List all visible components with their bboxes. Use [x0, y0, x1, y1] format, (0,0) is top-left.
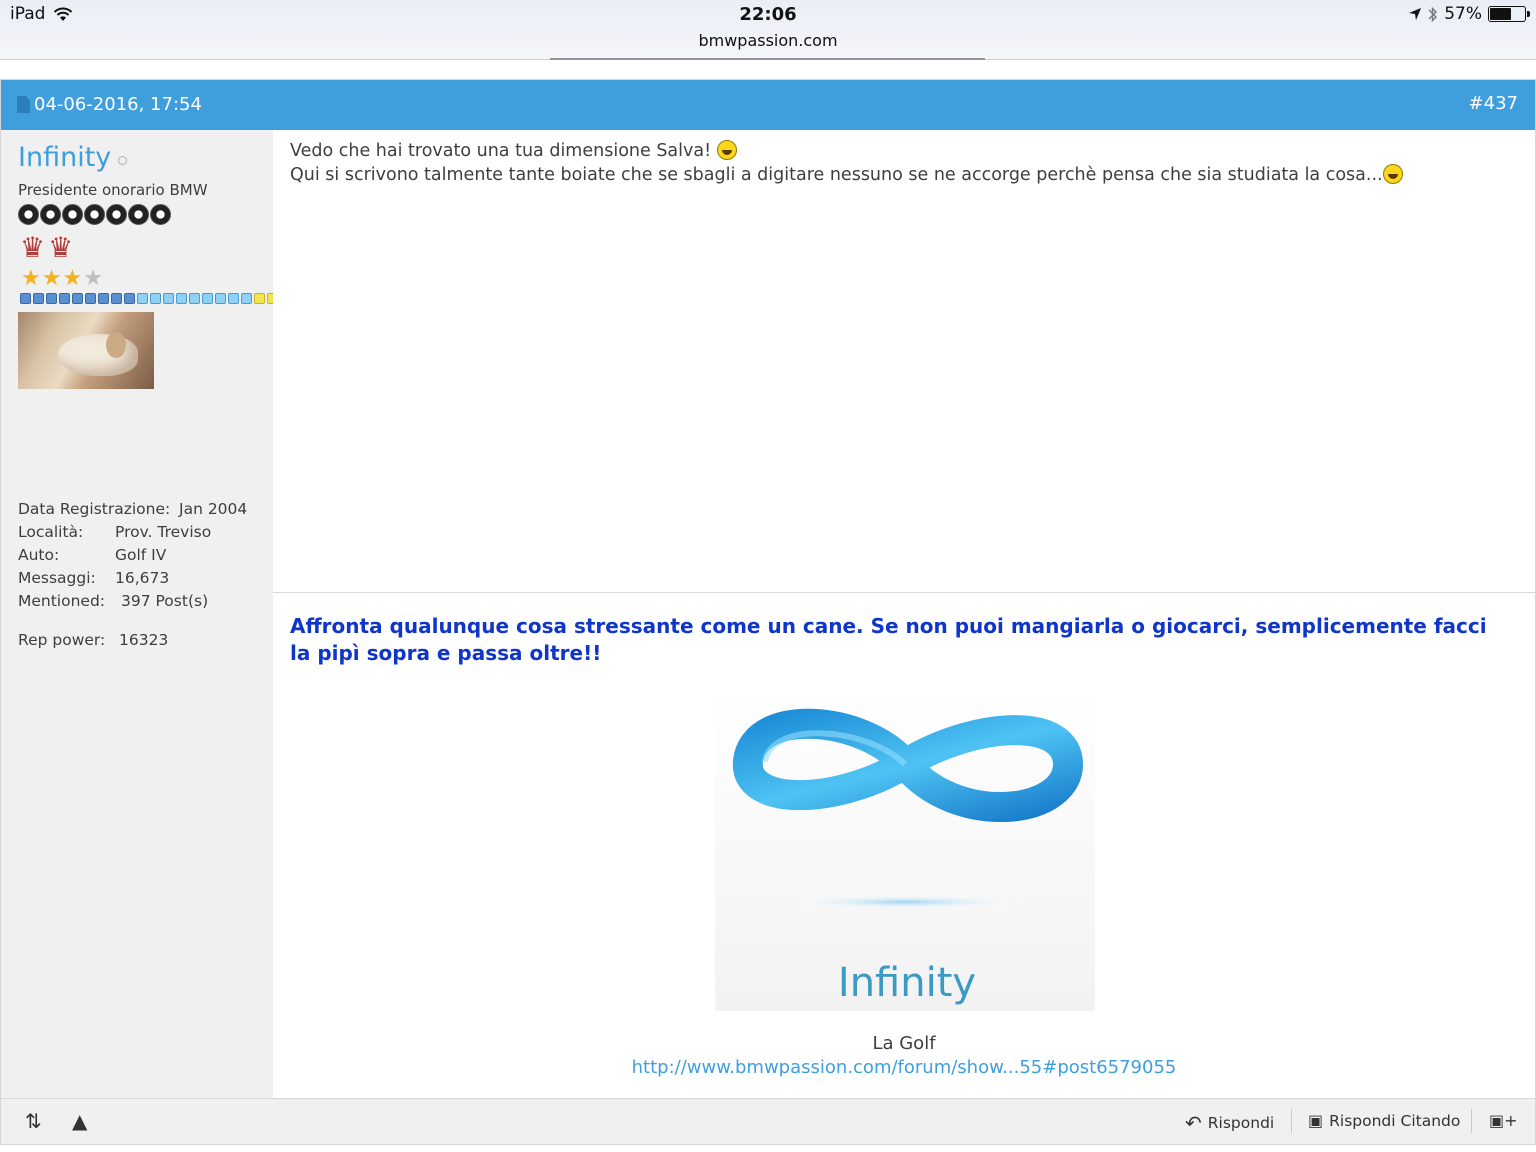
- info-car: Auto: Golf IV: [18, 546, 167, 564]
- reputation-square-icon: [176, 293, 187, 304]
- reply-quote-label: Rispondi Citando: [1329, 1111, 1461, 1130]
- rank-stars: ★ ★ ★ ★: [21, 268, 103, 290]
- message-line-1: Vedo che hai trovato una tua dimensione …: [290, 141, 712, 161]
- info-rep-power: Rep power: 16323: [18, 631, 169, 649]
- offline-status-icon: [118, 155, 128, 165]
- reputation-square-icon: [59, 293, 70, 304]
- multi-quote-plus-icon: ▣+: [1489, 1111, 1518, 1130]
- reputation-square-icon: [241, 293, 252, 304]
- rank-bmw-badges: [18, 204, 171, 225]
- battery-percent: 57%: [1444, 4, 1482, 24]
- loading-bar: [550, 58, 985, 60]
- bmw-logo-icon: [106, 204, 127, 225]
- post-date-text: 04-06-2016, 17:54: [34, 94, 202, 115]
- user-title: Presidente onorario BMW: [18, 181, 208, 199]
- reputation-square-icon: [189, 293, 200, 304]
- reply-arrow-icon: ↶: [1185, 1111, 1202, 1135]
- post-content: Vedo che hai trovato una tua dimensione …: [273, 130, 1535, 1098]
- battery-icon: [1488, 6, 1530, 22]
- post-document-icon: [17, 96, 30, 113]
- grinning-smiley-icon: [1382, 164, 1403, 184]
- signature-caption: La Golf: [872, 1033, 936, 1054]
- reputation-square-icon: [202, 293, 213, 304]
- reply-button[interactable]: ↶ Rispondi: [1185, 1111, 1274, 1135]
- signature-quote: Affronta qualunque cosa stressante come …: [290, 614, 1487, 665]
- svg-text:Infinity: Infinity: [838, 960, 976, 1006]
- post-header: 04-06-2016, 17:54 #437: [1, 80, 1535, 130]
- gold-star-icon: ★: [62, 266, 83, 291]
- footer-divider: [1471, 1109, 1472, 1133]
- gold-star-icon: ★: [21, 266, 41, 291]
- forum-post: 04-06-2016, 17:54 #437 Infinity Presiden…: [0, 79, 1536, 1145]
- status-right: 57%: [1408, 4, 1530, 24]
- bmw-logo-icon: [18, 204, 39, 225]
- info-mentioned: Mentioned: 397 Post(s): [18, 592, 209, 610]
- signature-divider: [273, 592, 1535, 593]
- reputation-square-icon: [72, 293, 83, 304]
- bmw-logo-icon: [84, 204, 105, 225]
- reputation-square-icon: [20, 293, 31, 304]
- bmw-logo-icon: [40, 204, 61, 225]
- info-messages: Messaggi: 16,673: [18, 569, 170, 587]
- sort-arrows-icon[interactable]: ⇅: [25, 1109, 42, 1133]
- rank-crowns: ♛ ♛: [20, 234, 73, 262]
- multi-quote-button[interactable]: ▣+: [1489, 1111, 1518, 1130]
- message-line-2: Qui si scrivono talmente tante boiate ch…: [290, 165, 1383, 185]
- reputation-square-icon: [137, 293, 148, 304]
- user-avatar[interactable]: [18, 312, 154, 389]
- quote-bubble-icon: ▣: [1308, 1111, 1324, 1130]
- post-number-link[interactable]: #437: [1469, 93, 1518, 114]
- reputation-square-icon: [33, 293, 44, 304]
- post-message: Vedo che hai trovato una tua dimensione …: [290, 139, 1403, 187]
- info-registration: Data Registrazione: Jan 2004: [18, 500, 248, 518]
- reputation-square-icon: [215, 293, 226, 304]
- bmw-logo-icon: [128, 204, 149, 225]
- signature-link[interactable]: http://www.bmwpassion.com/forum/show...5…: [273, 1057, 1535, 1078]
- reputation-square-icon: [46, 293, 57, 304]
- crown-icon: ♛: [20, 231, 46, 264]
- reputation-square-icon: [124, 293, 135, 304]
- gold-star-icon: ★: [41, 266, 62, 291]
- reputation-square-icon: [254, 293, 265, 304]
- bmw-logo-icon: [150, 204, 171, 225]
- bmw-logo-icon: [62, 204, 83, 225]
- info-location: Località: Prov. Treviso: [18, 523, 212, 541]
- username-link[interactable]: Infinity: [18, 142, 128, 173]
- reputation-square-icon: [163, 293, 174, 304]
- bluetooth-icon: [1428, 6, 1438, 22]
- crown-icon: ♛: [48, 231, 74, 264]
- location-icon: [1409, 8, 1422, 20]
- post-footer: ⇅ ▲ ↶ Rispondi ▣ Rispondi Citando ▣+: [1, 1098, 1535, 1144]
- reputation-square-icon: [150, 293, 161, 304]
- reputation-square-icon: [228, 293, 239, 304]
- report-warning-icon[interactable]: ▲: [72, 1109, 87, 1133]
- reputation-square-icon: [111, 293, 122, 304]
- post-date: 04-06-2016, 17:54: [17, 94, 202, 115]
- reputation-square-icon: [85, 293, 96, 304]
- reputation-square-icon: [98, 293, 109, 304]
- signature-infinity-image: Infinity: [715, 686, 1095, 1011]
- reply-quote-button[interactable]: ▣ Rispondi Citando: [1308, 1111, 1460, 1130]
- laughing-smiley-icon: [716, 140, 737, 160]
- address-bar-url[interactable]: bmwpassion.com: [0, 31, 1536, 50]
- infinity-logo-icon: Infinity: [732, 708, 1083, 1006]
- silver-star-icon: ★: [83, 266, 103, 291]
- footer-divider: [1291, 1109, 1292, 1133]
- ios-status-bar: iPad 22:06 bmwpassion.com 57%: [0, 0, 1536, 60]
- reputation-bar: [20, 293, 304, 304]
- username-text: Infinity: [18, 142, 112, 173]
- status-time: 22:06: [739, 4, 797, 25]
- user-sidebar: Infinity Presidente onorario BMW ♛ ♛ ★ ★…: [1, 130, 304, 1098]
- reply-button-label: Rispondi: [1207, 1114, 1275, 1132]
